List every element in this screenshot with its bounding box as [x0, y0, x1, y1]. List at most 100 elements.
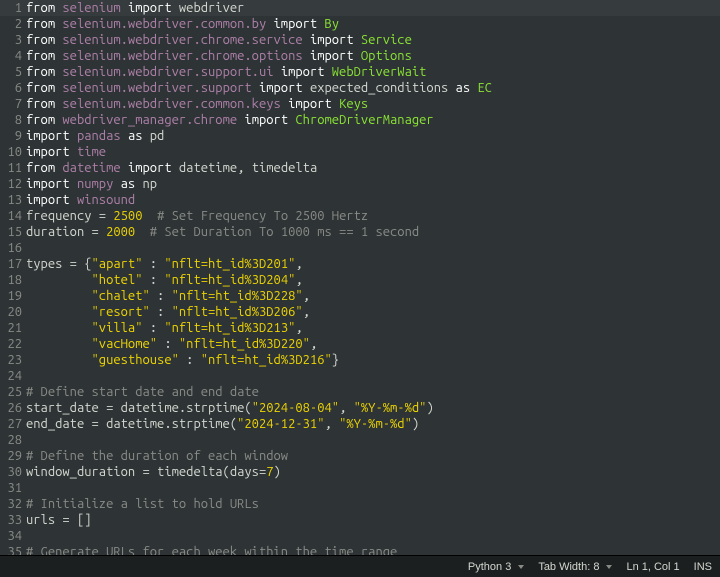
code-line[interactable]: 17types = {"apart" : "nflt=ht_id%3D201",	[0, 256, 720, 272]
line-number: 12	[0, 176, 26, 192]
code-line[interactable]: 15duration = 2000 # Set Duration To 1000…	[0, 224, 720, 240]
code-content[interactable]: from datetime import datetime, timedelta	[26, 160, 720, 176]
code-content[interactable]	[26, 368, 720, 384]
code-line[interactable]: 31	[0, 480, 720, 496]
line-number: 35	[0, 544, 26, 555]
code-content[interactable]: from selenium.webdriver.support import e…	[26, 80, 720, 96]
code-line[interactable]: 32# Initialize a list to hold URLs	[0, 496, 720, 512]
insert-mode[interactable]: INS	[694, 561, 712, 573]
code-content[interactable]: from selenium.webdriver.common.keys impo…	[26, 96, 720, 112]
language-label: Python 3	[468, 561, 511, 573]
code-line[interactable]: 25# Define start date and end date	[0, 384, 720, 400]
code-line[interactable]: 7from selenium.webdriver.common.keys imp…	[0, 96, 720, 112]
code-line[interactable]: 35# Generate URLs for each week within t…	[0, 544, 720, 555]
line-number: 23	[0, 352, 26, 368]
code-content[interactable]: urls = []	[26, 512, 720, 528]
code-line[interactable]: 13import winsound	[0, 192, 720, 208]
line-number: 9	[0, 128, 26, 144]
code-content[interactable]: duration = 2000 # Set Duration To 1000 m…	[26, 224, 720, 240]
code-content[interactable]: from selenium.webdriver.support.ui impor…	[26, 64, 720, 80]
language-selector[interactable]: Python 3	[468, 561, 524, 573]
line-number: 10	[0, 144, 26, 160]
code-line[interactable]: 23 "guesthouse" : "nflt=ht_id%3D216"}	[0, 352, 720, 368]
code-content[interactable]: # Define the duration of each window	[26, 448, 720, 464]
code-line[interactable]: 18 "hotel" : "nflt=ht_id%3D204",	[0, 272, 720, 288]
code-content[interactable]: import numpy as np	[26, 176, 720, 192]
tab-width-selector[interactable]: Tab Width: 8	[538, 561, 612, 573]
code-line[interactable]: 14frequency = 2500 # Set Frequency To 25…	[0, 208, 720, 224]
code-line[interactable]: 12import numpy as np	[0, 176, 720, 192]
cursor-position: Ln 1, Col 1	[626, 561, 679, 573]
line-number: 26	[0, 400, 26, 416]
code-line[interactable]: 24	[0, 368, 720, 384]
code-line[interactable]: 27end_date = datetime.strptime("2024-12-…	[0, 416, 720, 432]
code-line[interactable]: 33urls = []	[0, 512, 720, 528]
code-line[interactable]: 5from selenium.webdriver.support.ui impo…	[0, 64, 720, 80]
line-number: 4	[0, 48, 26, 64]
code-content[interactable]: import winsound	[26, 192, 720, 208]
code-content[interactable]: "resort" : "nflt=ht_id%3D206",	[26, 304, 720, 320]
code-content[interactable]: from webdriver_manager.chrome import Chr…	[26, 112, 720, 128]
line-number: 25	[0, 384, 26, 400]
line-number: 20	[0, 304, 26, 320]
code-line[interactable]: 29# Define the duration of each window	[0, 448, 720, 464]
code-content[interactable]: from selenium.webdriver.chrome.options i…	[26, 48, 720, 64]
line-number: 18	[0, 272, 26, 288]
code-content[interactable]: from selenium.webdriver.common.by import…	[26, 16, 720, 32]
line-number: 32	[0, 496, 26, 512]
code-line[interactable]: 34	[0, 528, 720, 544]
code-line[interactable]: 6from selenium.webdriver.support import …	[0, 80, 720, 96]
line-number: 24	[0, 368, 26, 384]
code-content[interactable]: "villa" : "nflt=ht_id%3D213",	[26, 320, 720, 336]
code-content[interactable]: from selenium.webdriver.chrome.service i…	[26, 32, 720, 48]
code-content[interactable]: from selenium import webdriver	[26, 0, 720, 16]
code-line[interactable]: 30window_duration = timedelta(days=7)	[0, 464, 720, 480]
code-line[interactable]: 26start_date = datetime.strptime("2024-0…	[0, 400, 720, 416]
code-line[interactable]: 22 "vacHome" : "nflt=ht_id%3D220",	[0, 336, 720, 352]
code-content[interactable]: import pandas as pd	[26, 128, 720, 144]
code-line[interactable]: 4from selenium.webdriver.chrome.options …	[0, 48, 720, 64]
code-line[interactable]: 3from selenium.webdriver.chrome.service …	[0, 32, 720, 48]
code-line[interactable]: 21 "villa" : "nflt=ht_id%3D213",	[0, 320, 720, 336]
line-number: 22	[0, 336, 26, 352]
code-content[interactable]: frequency = 2500 # Set Frequency To 2500…	[26, 208, 720, 224]
code-line[interactable]: 19 "chalet" : "nflt=ht_id%3D228",	[0, 288, 720, 304]
code-content[interactable]: types = {"apart" : "nflt=ht_id%3D201",	[26, 256, 720, 272]
code-content[interactable]: # Generate URLs for each week within the…	[26, 544, 720, 555]
line-number: 21	[0, 320, 26, 336]
code-line[interactable]: 10import time	[0, 144, 720, 160]
status-bar: Python 3 Tab Width: 8 Ln 1, Col 1 INS	[0, 555, 720, 577]
code-line[interactable]: 28	[0, 432, 720, 448]
code-content[interactable]: "vacHome" : "nflt=ht_id%3D220",	[26, 336, 720, 352]
code-content[interactable]: "chalet" : "nflt=ht_id%3D228",	[26, 288, 720, 304]
code-content[interactable]: # Define start date and end date	[26, 384, 720, 400]
code-content[interactable]: "guesthouse" : "nflt=ht_id%3D216"}	[26, 352, 720, 368]
line-number: 27	[0, 416, 26, 432]
code-content[interactable]	[26, 240, 720, 256]
code-line[interactable]: 2from selenium.webdriver.common.by impor…	[0, 16, 720, 32]
line-number: 29	[0, 448, 26, 464]
code-content[interactable]: "hotel" : "nflt=ht_id%3D204",	[26, 272, 720, 288]
code-content[interactable]: start_date = datetime.strptime("2024-08-…	[26, 400, 720, 416]
code-line[interactable]: 20 "resort" : "nflt=ht_id%3D206",	[0, 304, 720, 320]
code-line[interactable]: 11from datetime import datetime, timedel…	[0, 160, 720, 176]
code-content[interactable]	[26, 480, 720, 496]
code-content[interactable]: import time	[26, 144, 720, 160]
code-content[interactable]	[26, 528, 720, 544]
code-line[interactable]: 9import pandas as pd	[0, 128, 720, 144]
line-number: 7	[0, 96, 26, 112]
line-number: 2	[0, 16, 26, 32]
code-content[interactable]: end_date = datetime.strptime("2024-12-31…	[26, 416, 720, 432]
code-editor[interactable]: 1from selenium import webdriver2from sel…	[0, 0, 720, 555]
code-content[interactable]: window_duration = timedelta(days=7)	[26, 464, 720, 480]
code-line[interactable]: 16	[0, 240, 720, 256]
line-number: 8	[0, 112, 26, 128]
line-number: 13	[0, 192, 26, 208]
line-number: 31	[0, 480, 26, 496]
line-number: 33	[0, 512, 26, 528]
code-content[interactable]: # Initialize a list to hold URLs	[26, 496, 720, 512]
line-number: 28	[0, 432, 26, 448]
code-line[interactable]: 1from selenium import webdriver	[0, 0, 720, 16]
code-content[interactable]	[26, 432, 720, 448]
code-line[interactable]: 8from webdriver_manager.chrome import Ch…	[0, 112, 720, 128]
